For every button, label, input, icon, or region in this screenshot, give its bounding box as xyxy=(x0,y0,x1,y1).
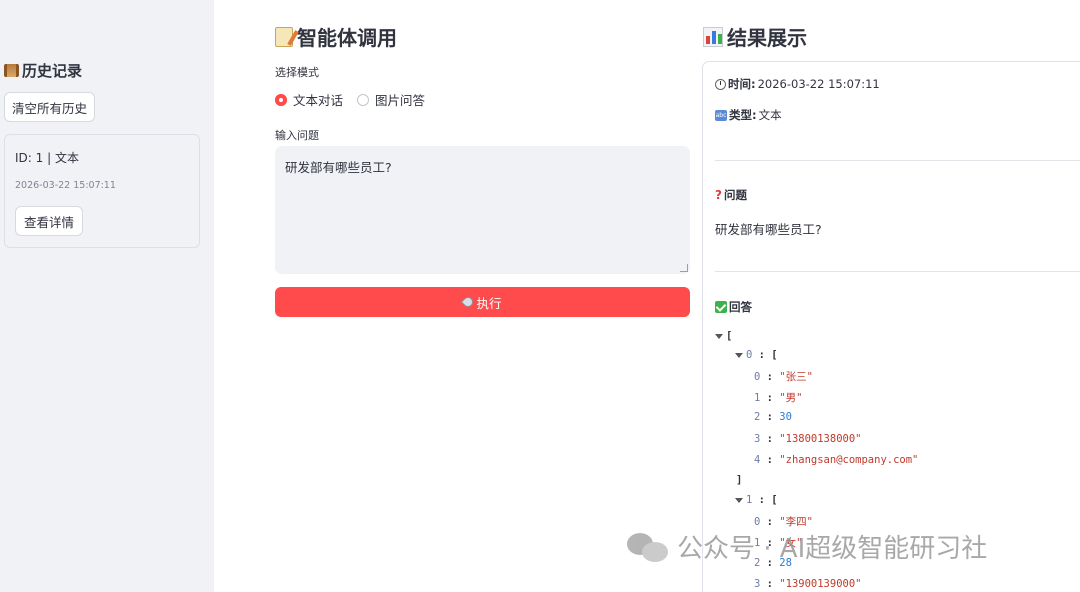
caret-down-icon[interactable] xyxy=(735,497,743,503)
json-entry: 3 : "13900139000" xyxy=(754,578,862,590)
json-entry: 1 : "男" xyxy=(754,392,803,404)
mode-radio-group: 文本对话 图片问答 xyxy=(275,90,425,109)
result-time-row: 时间: 2026-03-22 15:07:11 xyxy=(715,76,880,92)
mode-label: 选择模式 xyxy=(275,66,319,79)
agent-call-title-text: 智能体调用 xyxy=(297,26,397,50)
answer-heading-text: 回答 xyxy=(729,300,752,314)
json-bracket: [ xyxy=(726,330,733,342)
watermark: 公众号 · AI超级智能研习社 xyxy=(627,528,987,565)
question-text: 研发部有哪些员工? xyxy=(715,222,822,237)
question-heading: ? 问题 xyxy=(715,187,747,203)
caret-down-icon[interactable] xyxy=(715,333,723,339)
json-bracket-close: ] xyxy=(736,474,743,486)
result-panel: 时间: 2026-03-22 15:07:11 abc 类型: 文本 ? 问题 … xyxy=(702,61,1080,592)
result-type-value: 文本 xyxy=(758,108,782,122)
agent-call-title: 智能体调用 xyxy=(275,22,397,51)
history-id: ID: 1 | 文本 xyxy=(15,151,79,165)
caret-down-icon[interactable] xyxy=(735,352,743,358)
json-node[interactable]: 1 : [ xyxy=(735,494,778,506)
divider xyxy=(715,271,1080,272)
json-value: 30 xyxy=(779,411,792,423)
json-value: "张三" xyxy=(779,371,813,383)
json-value: "男" xyxy=(779,392,803,404)
divider xyxy=(715,160,1080,161)
result-time-value: 2026-03-22 15:07:11 xyxy=(757,77,880,91)
json-value: "13800138000" xyxy=(779,433,862,445)
result-type-row: abc 类型: 文本 xyxy=(715,107,782,123)
sidebar-title: 历史记录 xyxy=(4,60,82,81)
rocket-icon xyxy=(461,294,476,310)
wechat-icon xyxy=(627,531,669,563)
json-entry: 3 : "13800138000" xyxy=(754,433,862,445)
resize-handle-icon[interactable] xyxy=(680,264,688,272)
radio-text-chat[interactable] xyxy=(275,93,287,106)
radio-image-qa[interactable] xyxy=(357,93,370,106)
sidebar: 历史记录 清空所有历史 ID: 1 | 文本 2026-03-22 15:07:… xyxy=(0,0,214,592)
json-value: "13900139000" xyxy=(779,578,862,590)
question-input[interactable]: 研发部有哪些员工? xyxy=(275,146,690,274)
result-title: 结果展示 xyxy=(703,22,807,51)
clock-icon xyxy=(715,78,726,90)
json-bracket: [ xyxy=(771,494,778,506)
json-node[interactable]: 0 : [ xyxy=(735,349,778,361)
json-value: "zhangsan@company.com" xyxy=(779,454,919,466)
scroll-icon xyxy=(4,64,19,77)
history-card: ID: 1 | 文本 2026-03-22 15:07:11 查看详情 xyxy=(4,134,200,248)
json-entry: 4 : "zhangsan@company.com" xyxy=(754,454,919,466)
check-icon xyxy=(715,301,727,313)
question-heading-text: 问题 xyxy=(723,188,747,202)
json-entry: 0 : "李四" xyxy=(754,516,813,528)
result-time-label: 时间: xyxy=(728,77,756,91)
question-mark-icon: ? xyxy=(715,188,722,202)
json-root[interactable]: [ xyxy=(715,330,732,342)
bar-chart-icon xyxy=(703,26,723,47)
result-type-label: 类型: xyxy=(729,108,757,122)
radio-text-chat-label[interactable]: 文本对话 xyxy=(293,90,343,109)
watermark-text: 公众号 · AI超级智能研习社 xyxy=(677,534,988,564)
json-value: "李四" xyxy=(779,516,813,528)
execute-button[interactable]: 执行 xyxy=(275,287,690,317)
history-time: 2026-03-22 15:07:11 xyxy=(15,180,116,191)
execute-button-label: 执行 xyxy=(476,296,502,311)
view-detail-button[interactable]: 查看详情 xyxy=(15,206,83,236)
input-label: 输入问题 xyxy=(275,129,319,142)
radio-image-qa-label[interactable]: 图片问答 xyxy=(375,90,425,109)
answer-heading: 回答 xyxy=(715,299,752,315)
json-entry: 2 : 30 xyxy=(754,411,792,423)
json-entry: 0 : "张三" xyxy=(754,371,813,383)
abc-icon: abc xyxy=(715,109,727,121)
sidebar-title-text: 历史记录 xyxy=(22,62,83,80)
json-bracket: [ xyxy=(771,349,778,361)
result-title-text: 结果展示 xyxy=(727,26,807,50)
memo-icon xyxy=(275,26,293,47)
clear-history-button[interactable]: 清空所有历史 xyxy=(4,92,95,122)
